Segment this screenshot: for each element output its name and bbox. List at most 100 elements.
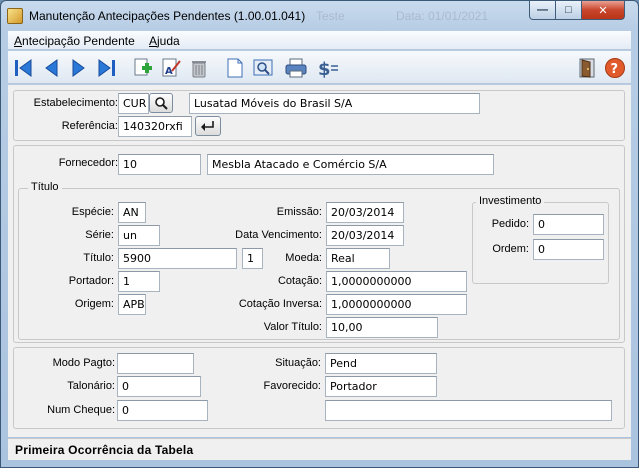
menu-mnemonic: A — [14, 34, 23, 48]
edit-record-button[interactable]: A — [158, 55, 184, 81]
num-cheque-field[interactable]: 0 — [117, 400, 208, 421]
pagamento-group: Modo Pagto: Talonário: 0 Num Cheque: 0 S… — [13, 347, 625, 429]
minimize-icon: — — [537, 4, 548, 16]
emissao-label: Emissão: — [276, 206, 322, 218]
vencimento-field[interactable]: 20/03/2014 — [326, 225, 404, 246]
emissao-field[interactable]: 20/03/2014 — [326, 202, 404, 223]
application-window: Manutenção Antecipações Pendentes (1.00.… — [0, 0, 639, 468]
menu-label: juda — [157, 34, 180, 48]
form-content: Estabelecimento: CUR Lusatad Móveis do B… — [8, 85, 631, 437]
previous-record-icon — [45, 59, 58, 77]
window-title: Manutenção Antecipações Pendentes (1.00.… — [29, 9, 306, 23]
header-group: Estabelecimento: CUR Lusatad Móveis do B… — [13, 90, 625, 141]
portador-field[interactable]: 1 — [118, 271, 160, 292]
investimento-legend: Investimento — [476, 195, 545, 207]
svg-text:?: ? — [611, 62, 619, 77]
help-icon: ? — [605, 58, 625, 78]
currency-icon: $ — [318, 59, 338, 79]
vencimento-label: Data Vencimento: — [235, 229, 322, 241]
svg-text:A: A — [165, 66, 173, 77]
toolbar: A $ ? — [8, 51, 631, 84]
estabelecimento-name-field[interactable]: Lusatad Móveis do Brasil S/A — [189, 93, 480, 114]
referencia-enter-button[interactable] — [195, 116, 221, 136]
delete-trash-icon — [192, 61, 206, 78]
close-icon: ✕ — [598, 4, 608, 17]
pedido-field[interactable]: 0 — [533, 214, 604, 235]
delete-button[interactable] — [186, 55, 212, 81]
cotacao-field[interactable]: 1,0000000000 — [326, 271, 467, 292]
modo-pagto-field[interactable] — [117, 353, 194, 374]
fornecedor-label: Fornecedor: — [58, 157, 118, 169]
especie-label: Espécie: — [71, 206, 114, 218]
favorecido-name-field[interactable] — [325, 400, 612, 421]
serie-label: Série: — [85, 229, 114, 241]
next-record-button[interactable] — [66, 55, 92, 81]
currency-button[interactable]: $ — [315, 55, 341, 81]
ghost-title-2: Data: 01/01/2021 — [396, 9, 489, 23]
first-record-icon — [15, 59, 32, 77]
menu-ajuda[interactable]: Ajuda — [149, 34, 180, 48]
favorecido-field[interactable]: Portador — [325, 376, 437, 397]
exit-door-icon — [579, 58, 595, 78]
titulo-legend: Título — [28, 181, 62, 193]
last-record-button[interactable] — [94, 55, 120, 81]
menu-mnemonic: A — [149, 34, 158, 48]
menu-bar: Antecipação Pendente Ajuda — [8, 31, 631, 50]
print-button[interactable] — [283, 55, 309, 81]
ordem-label: Ordem: — [492, 243, 529, 255]
pedido-label: Pedido: — [491, 218, 529, 230]
edit-record-icon: A — [162, 58, 181, 77]
estabelecimento-search-button[interactable] — [149, 93, 173, 113]
estabelecimento-code-field[interactable]: CUR — [118, 93, 149, 114]
title-bar[interactable]: Manutenção Antecipações Pendentes (1.00.… — [1, 1, 638, 31]
app-icon — [7, 8, 23, 24]
origem-field[interactable]: APB — [118, 294, 146, 315]
talonario-field[interactable]: 0 — [117, 376, 201, 397]
add-record-button[interactable] — [130, 55, 156, 81]
cotacao-inversa-field[interactable]: 1,0000000000 — [326, 294, 467, 315]
exit-button[interactable] — [574, 55, 600, 81]
cotacao-inversa-label: Cotação Inversa: — [238, 298, 322, 310]
especie-field[interactable]: AN — [118, 202, 146, 223]
maximize-button[interactable]: □ — [555, 1, 582, 20]
titulo-label: Título: — [83, 252, 114, 264]
help-button[interactable]: ? — [602, 55, 628, 81]
moeda-field[interactable]: Real — [326, 248, 390, 269]
num-cheque-label: Num Cheque: — [47, 404, 115, 416]
investimento-group: Investimento Pedido: 0 Ordem: 0 — [472, 195, 609, 284]
estabelecimento-label: Estabelecimento: — [33, 97, 118, 109]
origem-label: Origem: — [74, 298, 114, 310]
situacao-label: Situação: — [275, 357, 321, 369]
valor-titulo-field[interactable]: 10,00 — [326, 317, 438, 338]
next-record-icon — [72, 59, 85, 77]
minimize-button[interactable]: — — [529, 1, 556, 20]
status-bar: Primeira Ocorrência da Tabela — [8, 438, 631, 460]
moeda-label: Moeda: — [285, 252, 322, 264]
first-record-button[interactable] — [10, 55, 36, 81]
favorecido-label: Favorecido: — [263, 380, 321, 392]
menu-antecipacao-pendente[interactable]: Antecipação Pendente — [14, 34, 135, 48]
maximize-icon: □ — [565, 4, 572, 16]
search-document-icon — [253, 59, 273, 76]
titulo-group: Título Espécie: AN Série: un Título: 590… — [18, 181, 620, 340]
previous-record-button[interactable] — [38, 55, 64, 81]
serie-field[interactable]: un — [118, 225, 160, 246]
fornecedor-code-field[interactable]: 10 — [118, 154, 201, 175]
return-arrow-icon — [201, 121, 214, 131]
ordem-field[interactable]: 0 — [533, 239, 604, 260]
close-button[interactable]: ✕ — [581, 1, 625, 20]
cotacao-label: Cotação: — [277, 275, 322, 287]
fornecedor-name-field[interactable]: Mesbla Atacado e Comércio S/A — [207, 154, 494, 175]
portador-label: Portador: — [68, 275, 114, 287]
svg-text:$: $ — [318, 59, 331, 79]
referencia-field[interactable]: 140320rxfi — [118, 116, 192, 137]
ghost-title-1: Teste — [316, 9, 345, 23]
blank-document-icon — [227, 58, 243, 78]
menu-label: ntecipação Pendente — [22, 34, 135, 48]
status-text: Primeira Ocorrência da Tabela — [15, 443, 194, 457]
new-document-button[interactable] — [222, 55, 248, 81]
modo-pagto-label: Modo Pagto: — [52, 357, 115, 369]
search-document-button[interactable] — [250, 55, 276, 81]
situacao-field[interactable]: Pend — [325, 353, 437, 374]
talonario-label: Talonário: — [67, 380, 115, 392]
